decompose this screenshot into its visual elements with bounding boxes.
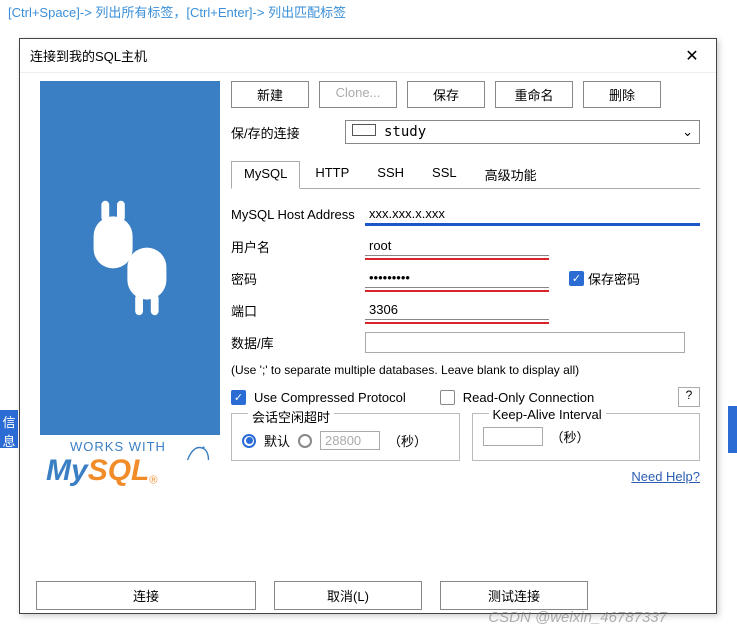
- keepalive-fieldset: Keep-Alive Interval （秒）: [472, 413, 701, 461]
- keepalive-seconds-label: （秒）: [551, 427, 590, 446]
- shortcut-hint: [Ctrl+Space]-> 列出所有标签，[Ctrl+Enter]-> 列出匹…: [0, 0, 737, 23]
- connection-dialog: 连接到我的SQL主机 ✕ WORKS WITH: [19, 38, 717, 614]
- idle-value-input[interactable]: [320, 431, 380, 450]
- compressed-checkbox[interactable]: ✓: [231, 390, 246, 405]
- keepalive-input[interactable]: [483, 427, 543, 446]
- connect-button[interactable]: 连接: [36, 581, 256, 610]
- cancel-button[interactable]: 取消(L): [274, 581, 422, 610]
- idle-default-radio[interactable]: [242, 434, 256, 448]
- readonly-label: Read-Only Connection: [463, 390, 595, 405]
- delete-button[interactable]: 删除: [583, 81, 661, 108]
- mysql-logo: WORKS WITH MySQL®: [40, 435, 220, 521]
- tab-ssh[interactable]: SSH: [364, 160, 417, 188]
- save-button[interactable]: 保存: [407, 81, 485, 108]
- save-password-label: 保存密码: [588, 269, 640, 288]
- host-input[interactable]: [365, 204, 549, 224]
- new-button[interactable]: 新建: [231, 81, 309, 108]
- idle-custom-radio[interactable]: [298, 434, 312, 448]
- need-help-link[interactable]: Need Help?: [231, 469, 700, 484]
- readonly-checkbox[interactable]: [440, 390, 455, 405]
- idle-seconds-label: （秒）: [388, 431, 427, 450]
- keepalive-legend: Keep-Alive Interval: [489, 407, 606, 422]
- idle-default-label: 默认: [264, 431, 290, 450]
- right-panel-edge: [728, 406, 737, 453]
- username-input[interactable]: [365, 236, 549, 256]
- port-input[interactable]: [365, 300, 549, 320]
- help-button[interactable]: ?: [678, 387, 700, 407]
- tab-ssl[interactable]: SSL: [419, 160, 470, 188]
- idle-timeout-fieldset: 会话空闲超时 默认 （秒）: [231, 413, 460, 461]
- info-panel-tab[interactable]: 信息: [0, 410, 18, 448]
- tab-http[interactable]: HTTP: [302, 160, 362, 188]
- watermark: CSDN @weixin_46787337: [488, 609, 667, 626]
- chevron-down-icon: ⌄: [682, 124, 693, 140]
- close-button[interactable]: ✕: [678, 42, 706, 70]
- main-panel: 新建 Clone... 保存 重命名 删除 保/存的连接 study ⌄ MyS…: [219, 73, 716, 571]
- idle-timeout-legend: 会话空闲超时: [248, 407, 334, 426]
- saved-connections-select[interactable]: study ⌄: [345, 120, 700, 144]
- tabs: MySQL HTTP SSH SSL 高级功能: [231, 160, 700, 189]
- plugin-icon: [40, 81, 220, 435]
- tab-mysql[interactable]: MySQL: [231, 161, 300, 189]
- test-connection-button[interactable]: 测试连接: [440, 581, 588, 610]
- compressed-label: Use Compressed Protocol: [254, 390, 406, 405]
- sidebar: WORKS WITH MySQL®: [20, 73, 219, 571]
- save-password-checkbox[interactable]: ✓: [569, 271, 584, 286]
- rename-button[interactable]: 重命名: [495, 81, 573, 108]
- database-hint: (Use ';' to separate multiple databases.…: [231, 363, 700, 377]
- dialog-title: 连接到我的SQL主机: [30, 46, 678, 65]
- password-label: 密码: [231, 269, 365, 288]
- host-label: MySQL Host Address: [231, 207, 365, 222]
- saved-connections-label: 保/存的连接: [231, 123, 335, 142]
- port-label: 端口: [231, 301, 365, 320]
- password-input[interactable]: [365, 268, 549, 288]
- clone-button: Clone...: [319, 81, 397, 108]
- username-label: 用户名: [231, 237, 365, 256]
- tab-advanced[interactable]: 高级功能: [472, 160, 550, 188]
- database-input[interactable]: [365, 332, 685, 353]
- database-label: 数据/库: [231, 333, 365, 352]
- titlebar: 连接到我的SQL主机 ✕: [20, 39, 716, 73]
